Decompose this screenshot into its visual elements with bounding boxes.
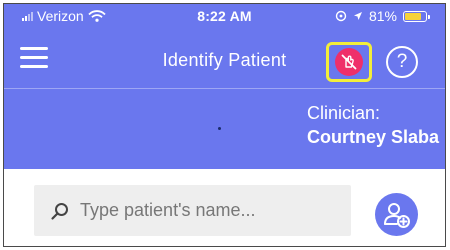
no-touch-hand-icon	[335, 48, 363, 76]
battery-icon	[403, 10, 430, 22]
app-frame: Verizon 8:22 AM 81% Identify Patient ? C…	[3, 3, 446, 247]
add-patient-button[interactable]	[375, 193, 418, 236]
search-icon	[51, 202, 68, 220]
add-user-icon	[383, 202, 410, 228]
patient-search[interactable]	[34, 185, 351, 236]
decorative-dot	[218, 127, 221, 130]
location-icon	[353, 12, 362, 20]
clinician-name: Courtney Slaba	[306, 127, 439, 147]
no-touch-button[interactable]	[326, 42, 372, 82]
nav-divider	[4, 88, 445, 89]
help-button[interactable]: ?	[386, 46, 418, 78]
status-right: 81%	[335, 8, 430, 24]
clinician-label: Clinician:	[306, 103, 380, 123]
page-title: Identify Patient	[162, 50, 287, 70]
nav-bar: Identify Patient ?	[4, 30, 445, 90]
battery-fill	[405, 12, 421, 20]
alarm-icon	[335, 10, 347, 22]
clinician-info: Clinician: Courtney Slaba	[307, 101, 439, 149]
battery-percent: 81%	[368, 8, 397, 24]
status-bar: Verizon 8:22 AM 81%	[4, 4, 445, 28]
search-input[interactable]	[78, 199, 342, 222]
